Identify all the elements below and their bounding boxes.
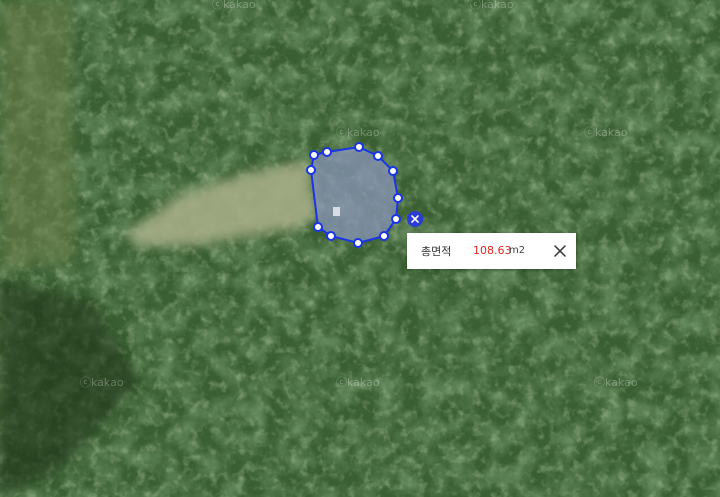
map-watermark: ⓒkakao <box>80 376 124 389</box>
map-watermark: ⓒkakao <box>594 376 638 389</box>
vertex-handle <box>393 193 403 203</box>
close-icon <box>554 245 566 257</box>
vertex-handle <box>322 147 332 157</box>
vertex-handle <box>353 238 363 248</box>
vertex-handle <box>391 214 401 224</box>
vertex-handle <box>373 151 383 161</box>
map-watermark: ⓒkakao <box>336 126 380 139</box>
close-icon <box>411 215 419 223</box>
map-watermark: ⓒkakao <box>470 0 514 11</box>
area-measurement-popup: 총면적 108.63 m2 <box>407 233 576 269</box>
vertex-handle <box>354 142 364 152</box>
satellite-map[interactable] <box>0 0 720 497</box>
vertex-handle <box>309 150 319 160</box>
vertex-handle <box>313 222 323 232</box>
map-watermark: ⓒkakao <box>212 0 256 11</box>
vertex-handle <box>379 231 389 241</box>
map-watermark: ⓒkakao <box>336 376 380 389</box>
total-area-unit: m2 <box>509 245 526 256</box>
delete-drawing-button[interactable] <box>407 211 423 227</box>
total-area-value: 108.63 <box>473 244 512 257</box>
vertex-handle <box>326 231 336 241</box>
total-area-label: 총면적 <box>421 245 452 258</box>
vertex-handle <box>306 165 316 175</box>
map-watermark: ⓒkakao <box>584 126 628 139</box>
vertex-handle <box>388 166 398 176</box>
close-popup-button[interactable] <box>550 241 570 261</box>
